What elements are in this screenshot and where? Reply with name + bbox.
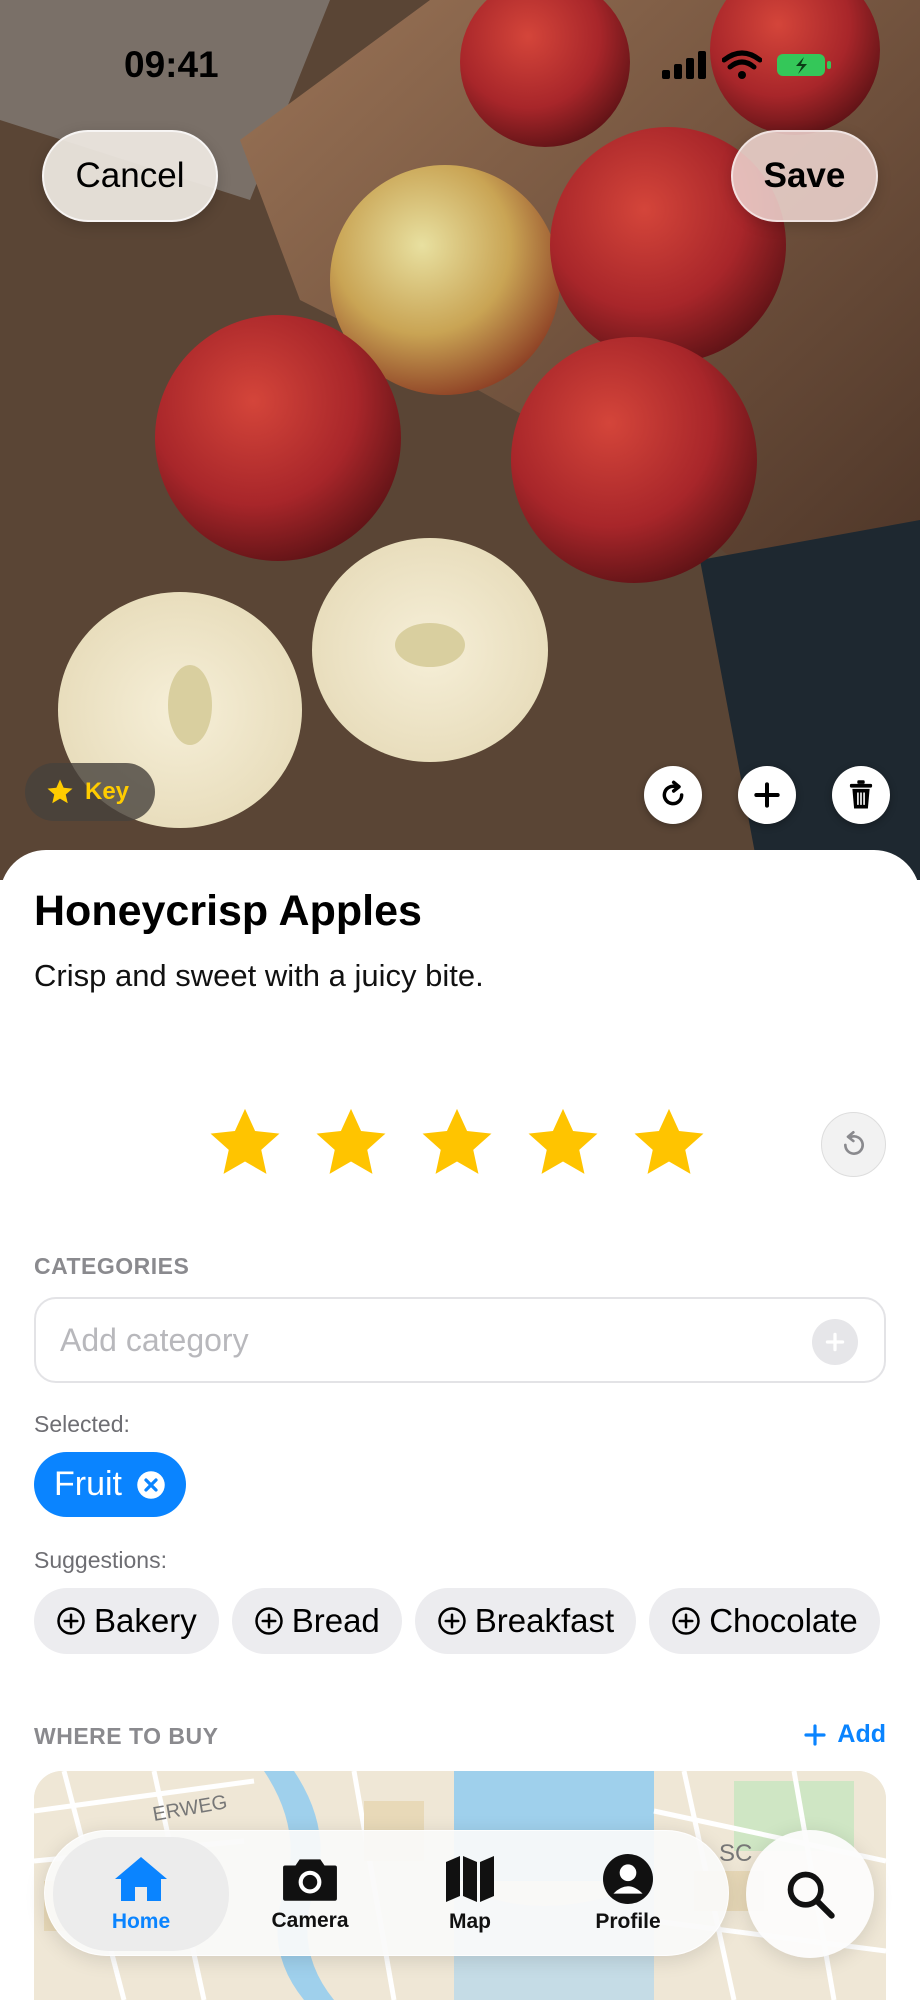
status-icons xyxy=(662,48,832,82)
add-category-button[interactable] xyxy=(812,1319,858,1365)
tab-camera[interactable]: Camera xyxy=(235,1831,385,1957)
house-icon xyxy=(115,1857,167,1901)
plus-circle-icon xyxy=(672,1607,700,1635)
suggestion-chip-breakfast[interactable]: Breakfast xyxy=(414,1588,637,1654)
rotate-icon xyxy=(662,780,684,806)
plus-icon xyxy=(754,782,780,808)
tab-bar: Home Camera Map Profile xyxy=(44,1830,729,1956)
categories-section-label: CATEGORIES xyxy=(34,1253,190,1279)
star-icon xyxy=(47,779,73,804)
star-icon[interactable] xyxy=(524,1104,602,1182)
suggestion-chip-bread[interactable]: Bread xyxy=(231,1588,402,1654)
tab-label: Camera xyxy=(271,1909,349,1932)
tab-profile[interactable]: Profile xyxy=(553,1831,703,1957)
tab-label: Home xyxy=(111,1910,171,1933)
plus-circle-icon xyxy=(57,1607,85,1635)
selected-chip-fruit[interactable]: Fruit xyxy=(34,1452,186,1517)
save-button[interactable]: Save xyxy=(731,130,878,222)
suggestion-list: Bakery Bread Breakfast Chocolate xyxy=(34,1588,886,1654)
suggestion-label: Bread xyxy=(291,1602,380,1639)
suggestion-chip-chocolate[interactable]: Chocolate xyxy=(649,1588,880,1654)
search-button[interactable] xyxy=(746,1830,874,1958)
star-icon[interactable] xyxy=(206,1104,284,1182)
item-photo: 09:41 Cancel Save Key xyxy=(0,0,920,880)
undo-icon xyxy=(843,1130,864,1155)
delete-photo-button[interactable] xyxy=(832,766,890,824)
add-store-label: Add xyxy=(837,1720,886,1748)
remove-icon[interactable] xyxy=(136,1470,166,1500)
tab-home[interactable]: Home xyxy=(53,1837,229,1951)
star-icon[interactable] xyxy=(312,1104,390,1182)
star-icon[interactable] xyxy=(418,1104,496,1182)
add-photo-button[interactable] xyxy=(738,766,796,824)
suggestion-label: Bakery xyxy=(94,1602,197,1639)
trash-icon xyxy=(849,780,873,809)
battery-charging-icon xyxy=(777,54,831,76)
map-icon xyxy=(446,1856,494,1902)
plus-icon xyxy=(804,1723,826,1746)
tab-map[interactable]: Map xyxy=(395,1831,545,1957)
category-input[interactable] xyxy=(60,1321,760,1359)
selected-chip-label: Fruit xyxy=(54,1465,122,1503)
star-icon[interactable] xyxy=(630,1104,708,1182)
status-time: 09:41 xyxy=(124,44,219,85)
person-icon xyxy=(603,1854,653,1904)
tab-label: Map xyxy=(449,1910,491,1933)
cancel-button[interactable]: Cancel xyxy=(42,130,218,222)
suggestion-label: Breakfast xyxy=(474,1602,615,1639)
key-badge-label: Key xyxy=(85,778,130,805)
reset-rating-button[interactable] xyxy=(821,1112,886,1177)
suggestion-chip-bakery[interactable]: Bakery xyxy=(34,1588,219,1654)
star-rating[interactable] xyxy=(206,1104,708,1182)
rotate-photo-button[interactable] xyxy=(644,766,702,824)
selected-label: Selected: xyxy=(34,1411,130,1437)
plus-icon xyxy=(825,1332,845,1352)
camera-icon xyxy=(283,1859,337,1901)
wifi-icon xyxy=(722,50,762,79)
suggestions-label: Suggestions: xyxy=(34,1547,167,1573)
add-store-button[interactable]: Add xyxy=(803,1720,886,1749)
magnifying-glass-icon xyxy=(787,1871,835,1919)
map-label-district: SC xyxy=(719,1840,752,1867)
key-badge[interactable]: Key xyxy=(25,763,155,821)
plus-circle-icon xyxy=(438,1607,466,1635)
item-description[interactable]: Crisp and sweet with a juicy bite. xyxy=(34,958,484,994)
where-to-buy-section-label: WHERE TO BUY xyxy=(34,1723,219,1749)
tab-label: Profile xyxy=(595,1910,661,1933)
cellular-signal-icon xyxy=(662,51,706,79)
suggestion-label: Chocolate xyxy=(709,1602,858,1639)
plus-circle-icon xyxy=(254,1607,283,1635)
item-title[interactable]: Honeycrisp Apples xyxy=(34,887,422,936)
category-field[interactable] xyxy=(34,1297,886,1383)
